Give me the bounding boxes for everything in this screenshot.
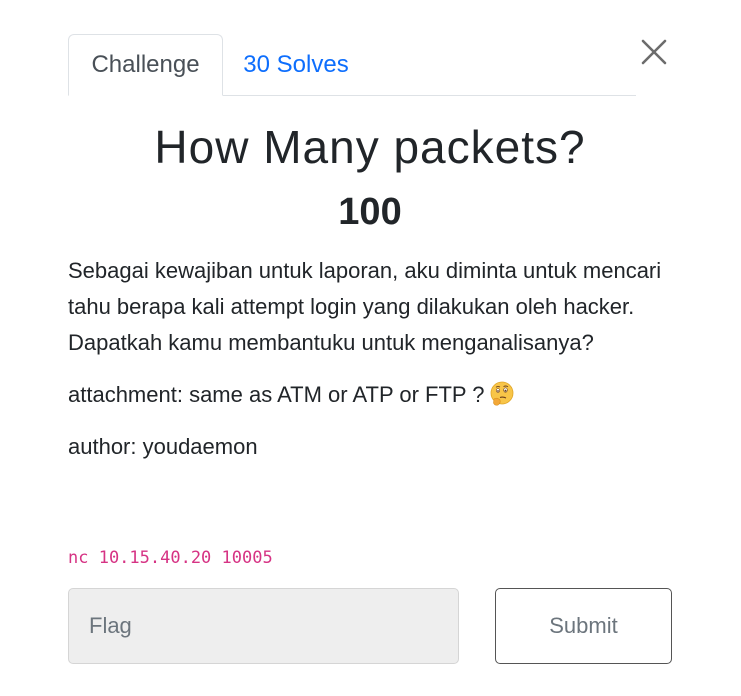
challenge-tabs: Challenge 30 Solves — [68, 34, 636, 96]
tab-solves-label: 30 Solves — [243, 51, 349, 78]
close-button[interactable] — [638, 36, 670, 68]
attachment-text: attachment: same as ATM or ATP or FTP ? — [68, 382, 485, 407]
thinking-face-icon — [489, 381, 515, 407]
challenge-value: 100 — [338, 191, 402, 233]
author-line: author: youdaemon — [68, 434, 258, 459]
connection-command: nc 10.15.40.20 10005 — [68, 548, 273, 568]
submit-button[interactable]: Submit — [495, 588, 672, 664]
challenge-modal: Challenge 30 Solves How Many packets? 10… — [0, 0, 741, 696]
close-icon — [641, 39, 667, 65]
flag-input[interactable] — [68, 588, 459, 664]
description-text: Sebagai kewajiban untuk laporan, aku dim… — [68, 258, 662, 355]
tab-solves[interactable]: 30 Solves — [231, 34, 361, 96]
attachment-line: attachment: same as ATM or ATP or FTP ? — [68, 377, 672, 413]
tab-challenge[interactable]: Challenge — [68, 34, 223, 96]
challenge-description: Sebagai kewajiban untuk laporan, aku dim… — [68, 253, 672, 481]
tab-challenge-label: Challenge — [91, 51, 200, 78]
challenge-title: How Many packets? — [154, 121, 586, 173]
